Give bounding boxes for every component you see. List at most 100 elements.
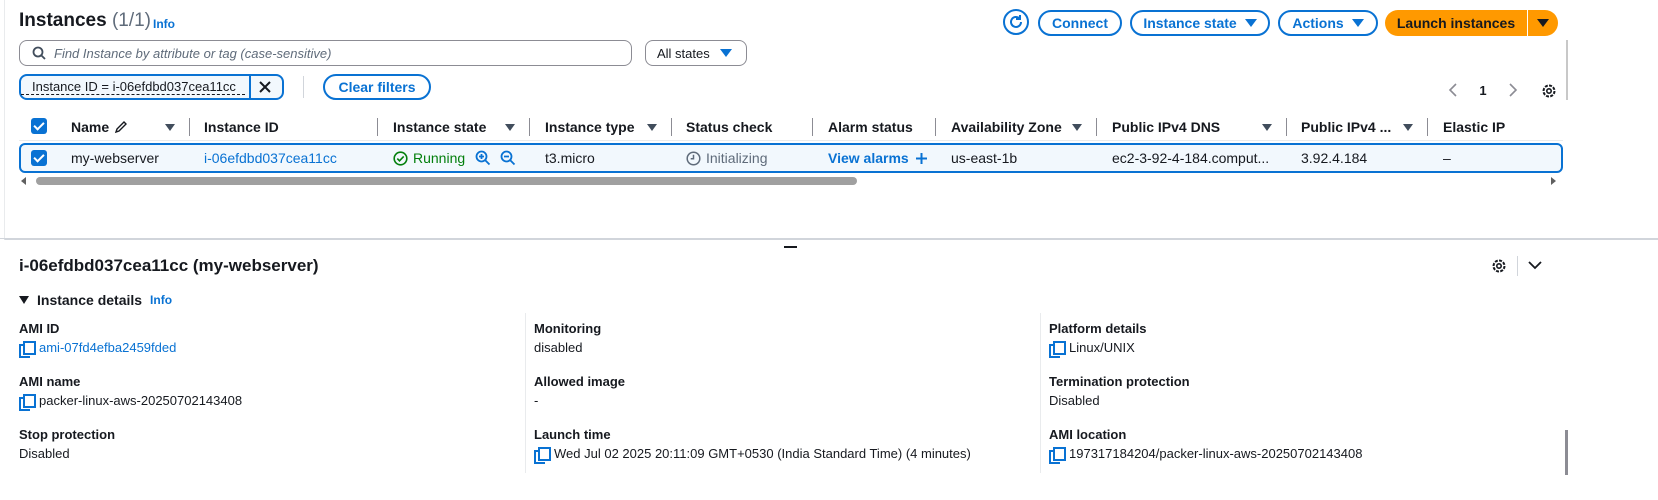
column-instance-state-label: Instance state (393, 119, 487, 135)
stop-protection-label: Stop protection (19, 427, 116, 442)
copy-icon[interactable] (19, 393, 36, 411)
column-divider (189, 118, 190, 136)
chevron-down-icon (1537, 19, 1549, 27)
ami-id-value: ami-07fd4efba2459fded (19, 340, 176, 358)
column-elastic-ip-label: Elastic IP (1443, 119, 1506, 135)
column-header-availability-zone[interactable]: Availability Zone (951, 116, 1062, 138)
row-checkbox[interactable] (31, 150, 47, 166)
cell-public-ipv4: 3.92.4.184 (1301, 150, 1368, 166)
column-divider (377, 118, 378, 136)
actions-label: Actions (1292, 15, 1344, 31)
copy-icon[interactable] (534, 446, 551, 464)
filter-token: Instance ID = i-06efdbd037cea11cc (19, 74, 284, 100)
header-divider (19, 140, 1563, 141)
column-header-instance-id[interactable]: Instance ID (204, 116, 279, 138)
column-divider (1096, 118, 1097, 136)
column-az-label: Availability Zone (951, 119, 1062, 135)
allowed-image-value: - (534, 393, 539, 408)
instance-state-label: Instance state (1143, 15, 1237, 31)
sort-icon[interactable] (1403, 124, 1413, 131)
select-all-checkbox[interactable] (31, 118, 47, 134)
column-name-label: Name (71, 119, 110, 135)
vertical-scrollbar-bottom[interactable] (1565, 430, 1568, 475)
copy-icon[interactable] (19, 340, 36, 358)
page-title: Instances (1/1) (19, 10, 151, 32)
horizontal-scrollbar-thumb[interactable] (36, 177, 857, 185)
connect-button[interactable]: Connect (1038, 10, 1122, 36)
sort-icon[interactable] (505, 124, 515, 131)
chevron-down-icon (1244, 19, 1257, 27)
platform-details-label: Platform details (1049, 321, 1147, 336)
section-info-link[interactable]: Info (150, 293, 172, 307)
status-check-text: Initializing (706, 150, 768, 166)
ami-id-label: AMI ID (19, 321, 60, 336)
column-header-status-check[interactable]: Status check (686, 116, 772, 138)
column-alarm-status-label: Alarm status (828, 119, 913, 135)
connect-label: Connect (1052, 15, 1108, 31)
column-header-public-ipv4[interactable]: Public IPv4 ... (1301, 116, 1391, 138)
sort-icon[interactable] (647, 124, 657, 131)
search-input[interactable]: Find Instance by attribute or tag (case-… (19, 40, 632, 66)
cell-instance-type: t3.micro (545, 150, 595, 166)
page-number[interactable]: 1 (1479, 83, 1486, 98)
column-divider (529, 118, 530, 136)
column-header-alarm-status[interactable]: Alarm status (828, 116, 913, 138)
dismiss-filter-button[interactable] (251, 76, 279, 98)
zoom-in-icon[interactable] (475, 150, 491, 166)
zoom-out-icon[interactable] (500, 150, 516, 166)
platform-text: Linux/UNIX (1069, 340, 1135, 355)
launch-instances-button[interactable]: Launch instances (1385, 10, 1527, 36)
search-icon (32, 46, 46, 60)
page-title-text: Instances (19, 10, 107, 31)
details-column-divider (1040, 313, 1041, 473)
actions-button[interactable]: Actions (1278, 10, 1378, 36)
column-header-instance-type[interactable]: Instance type (545, 116, 634, 138)
instance-details-section-header[interactable]: Instance details Info (19, 292, 172, 308)
copy-icon[interactable] (1049, 446, 1066, 464)
plus-icon[interactable] (915, 152, 928, 165)
chevron-right-icon[interactable] (1508, 83, 1518, 97)
column-header-public-dns[interactable]: Public IPv4 DNS (1112, 116, 1220, 138)
column-header-instance-state[interactable]: Instance state (393, 116, 486, 138)
cell-instance-state: Running (393, 146, 516, 170)
vertical-scrollbar-top[interactable] (1566, 40, 1568, 100)
cell-instance-id-link[interactable]: i-06efdbd037cea11cc (204, 146, 337, 170)
monitoring-value: disabled (534, 340, 583, 355)
clear-filters-button[interactable]: Clear filters (323, 74, 431, 100)
ami-location-value: 197317184204/packer-linux-aws-2025070214… (1049, 446, 1362, 464)
pagination: 1 (1448, 80, 1518, 100)
launch-dropdown-button[interactable] (1528, 10, 1558, 36)
header-info-link[interactable]: Info (153, 17, 175, 31)
copy-icon[interactable] (1049, 340, 1066, 358)
sort-icon[interactable] (165, 124, 175, 131)
column-instance-type-label: Instance type (545, 119, 635, 135)
column-divider (935, 118, 936, 136)
column-header-elastic-ip[interactable]: Elastic IP (1443, 116, 1505, 138)
instance-state-button[interactable]: Instance state (1130, 10, 1270, 36)
column-divider (1427, 118, 1428, 136)
ami-id-link[interactable]: ami-07fd4efba2459fded (39, 340, 176, 355)
settings-gear-icon[interactable] (1490, 257, 1508, 275)
settings-gear-icon[interactable] (1540, 82, 1558, 100)
chevron-down-icon (1351, 19, 1364, 27)
resize-handle[interactable] (784, 246, 797, 248)
scroll-right-icon[interactable] (1549, 176, 1557, 186)
clear-filters-label: Clear filters (338, 79, 416, 95)
refresh-button[interactable] (1003, 9, 1029, 35)
column-instance-id-label: Instance ID (204, 119, 279, 135)
collapse-panel-icon[interactable] (1528, 260, 1542, 270)
split-panel-divider (0, 238, 1658, 239)
scroll-left-icon[interactable] (20, 176, 28, 186)
view-alarms-link[interactable]: View alarms (828, 150, 909, 166)
caret-down-icon (19, 296, 29, 304)
states-filter-select[interactable]: All states (645, 40, 747, 66)
edit-pencil-icon (115, 121, 128, 134)
sort-icon[interactable] (1072, 124, 1082, 131)
clock-icon (686, 150, 701, 166)
sort-icon[interactable] (1262, 124, 1272, 131)
ami-location-label: AMI location (1049, 427, 1127, 442)
launch-instances-label: Launch instances (1396, 15, 1516, 31)
column-header-name[interactable]: Name (71, 116, 128, 138)
filter-token-text[interactable]: Instance ID = i-06efdbd037cea11cc (21, 80, 245, 95)
chevron-left-icon[interactable] (1448, 83, 1458, 97)
